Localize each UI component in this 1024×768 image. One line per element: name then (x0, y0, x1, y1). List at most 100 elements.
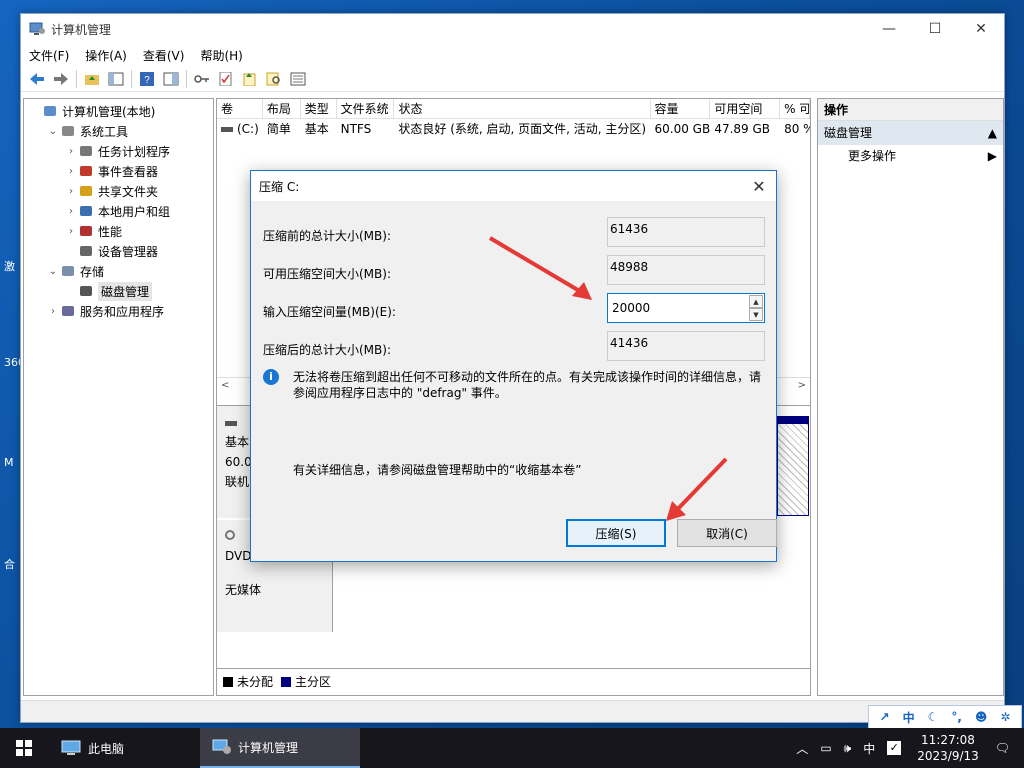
tree-item[interactable]: › 性能 (24, 221, 213, 241)
layout-cell: 简单 (266, 122, 291, 136)
total-before-value: 61436 (607, 217, 765, 247)
spin-down-button[interactable]: ▼ (749, 308, 763, 321)
tree-item[interactable]: ⌄ 存储 (24, 261, 213, 281)
disk-legend: 未分配 主分区 (217, 668, 810, 694)
expand-right-icon[interactable]: › (64, 226, 78, 237)
tree-item[interactable]: 设备管理器 (24, 241, 213, 261)
more-actions-label: 更多操作 (848, 149, 897, 163)
options-button[interactable] (288, 69, 308, 89)
tree-item[interactable]: › 本地用户和组 (24, 201, 213, 221)
menu-file[interactable]: 文件(F) (29, 47, 69, 64)
total-before-label: 压缩前的总计大小(MB): (263, 229, 391, 243)
back-arrow-icon (30, 72, 44, 85)
volume-icon[interactable]: 🕪 (844, 741, 852, 756)
column-header-free-space[interactable]: 可用空间 (710, 99, 781, 118)
taskbar-item-computer-management[interactable]: 计算机管理 (200, 728, 360, 768)
column-header-volume[interactable]: 卷 (217, 99, 263, 118)
shrink-amount-stepper[interactable]: ▲ ▼ (607, 293, 765, 323)
export-button[interactable] (240, 69, 260, 89)
shrink-button[interactable]: 压缩(S) (566, 519, 666, 547)
key-icon (194, 74, 209, 83)
search-button[interactable] (264, 69, 284, 89)
maximize-button[interactable]: ☐ (912, 14, 958, 44)
show-hidden-icons-icon[interactable]: ︿ (796, 740, 808, 757)
notification-icon[interactable]: 🗨 (995, 741, 1010, 755)
gear-icon[interactable]: ✲ (1000, 710, 1010, 724)
start-button[interactable] (0, 728, 48, 768)
cancel-button[interactable]: 取消(C) (677, 519, 777, 547)
expand-right-icon[interactable]: › (64, 206, 78, 217)
table-row[interactable]: (C:) 简单 基本 NTFS 状态良好 (系统, 启动, 页面文件, 活动, … (217, 119, 810, 139)
ime-mode-label[interactable]: 中 (903, 709, 915, 726)
forward-button[interactable] (51, 69, 71, 89)
actions-header: 操作 (818, 99, 1003, 121)
tree-item[interactable]: › 共享文件夹 (24, 181, 213, 201)
tree-item-label: 共享文件夹 (98, 184, 159, 199)
back-button[interactable] (27, 69, 47, 89)
taskbar-item-this-pc[interactable]: 此电脑 (48, 728, 200, 768)
column-header-percent-free[interactable]: % 可 (780, 99, 810, 118)
column-header-status[interactable]: 状态 (394, 99, 651, 118)
clock[interactable]: 11:27:08 2023/9/13 (917, 732, 979, 764)
unallocated-partition[interactable] (777, 416, 809, 516)
scroll-right-icon[interactable]: > (798, 380, 806, 391)
shrink-amount-label: 输入压缩空间量(MB)(E): (263, 305, 396, 319)
ime-settings-icon[interactable]: ↗ (880, 710, 890, 724)
actions-section-disk-management[interactable]: 磁盘管理 ▲ (818, 121, 1003, 145)
column-header-layout[interactable]: 布局 (263, 99, 301, 118)
menu-view[interactable]: 查看(V) (143, 47, 185, 64)
maximize-icon: ☐ (928, 21, 942, 37)
column-header-type[interactable]: 类型 (301, 99, 337, 118)
title-bar[interactable]: 计算机管理 — ☐ ✕ (21, 14, 1004, 44)
up-folder-button[interactable] (82, 69, 102, 89)
forward-arrow-icon (54, 72, 68, 85)
tree-item-label: 任务计划程序 (98, 144, 171, 159)
more-actions-item[interactable]: 更多操作 ▶ (818, 145, 1003, 167)
users-icon (78, 204, 94, 218)
show-hide-console-button[interactable] (106, 69, 126, 89)
expand-down-icon[interactable]: ⌄ (46, 126, 60, 137)
help-button[interactable]: ? (137, 69, 157, 89)
clock-time: 11:27:08 (921, 733, 975, 747)
watermark-house-icon (864, 363, 920, 398)
column-header-filesystem[interactable]: 文件系统 (337, 99, 395, 118)
dialog-title-bar[interactable]: 压缩 C: ✕ (251, 171, 776, 201)
network-icon[interactable]: ▭ (820, 741, 831, 755)
menu-help[interactable]: 帮助(H) (200, 47, 242, 64)
tree-item[interactable]: 计算机管理(本地) (24, 101, 213, 121)
checklist-button[interactable] (216, 69, 236, 89)
ime-indicator[interactable]: 中 (863, 740, 875, 757)
legend-primary-label: 主分区 (295, 675, 332, 689)
expand-down-icon[interactable]: ⌄ (46, 266, 60, 277)
moon-icon[interactable]: ☾ (928, 710, 939, 724)
tree-item[interactable]: › 任务计划程序 (24, 141, 213, 161)
punctuation-icon[interactable]: °, (951, 710, 962, 724)
toolbar: ? (21, 66, 1004, 92)
minimize-button[interactable]: — (866, 14, 912, 44)
expand-right-icon[interactable]: › (46, 306, 60, 317)
dialog-close-button[interactable]: ✕ (742, 171, 776, 201)
dvd-media-label: 无媒体 (225, 583, 262, 597)
menu-action[interactable]: 操作(A) (85, 47, 127, 64)
taskbar: 此电脑 计算机管理 ︿ ▭ 🕪 中 ✓ 11:27:08 2023/9/13 🗨 (0, 728, 1024, 768)
properties-button[interactable] (161, 69, 181, 89)
close-icon: ✕ (752, 176, 766, 196)
scroll-left-icon[interactable]: < (221, 380, 229, 391)
expand-right-icon[interactable]: › (64, 186, 78, 197)
volume-table-header: 卷 布局 类型 文件系统 状态 容量 可用空间 % 可 (217, 99, 810, 119)
shrink-amount-input[interactable] (608, 294, 748, 322)
tree-item[interactable]: ⌄ 系统工具 (24, 121, 213, 141)
user-icon[interactable]: ☻ (975, 710, 988, 724)
column-header-capacity[interactable]: 容量 (651, 99, 711, 118)
ime-check-icon[interactable]: ✓ (887, 741, 902, 755)
tree-item[interactable]: › 服务和应用程序 (24, 301, 213, 321)
tree-item-label: 设备管理器 (98, 244, 159, 259)
tree-item[interactable]: 磁盘管理 (24, 281, 213, 301)
spin-down-icon: ▼ (753, 310, 759, 319)
connect-button[interactable] (192, 69, 212, 89)
expand-right-icon[interactable]: › (64, 146, 78, 157)
tree-item[interactable]: › 事件查看器 (24, 161, 213, 181)
expand-right-icon[interactable]: › (64, 166, 78, 177)
close-button[interactable]: ✕ (958, 14, 1004, 44)
spin-up-button[interactable]: ▲ (749, 295, 763, 308)
